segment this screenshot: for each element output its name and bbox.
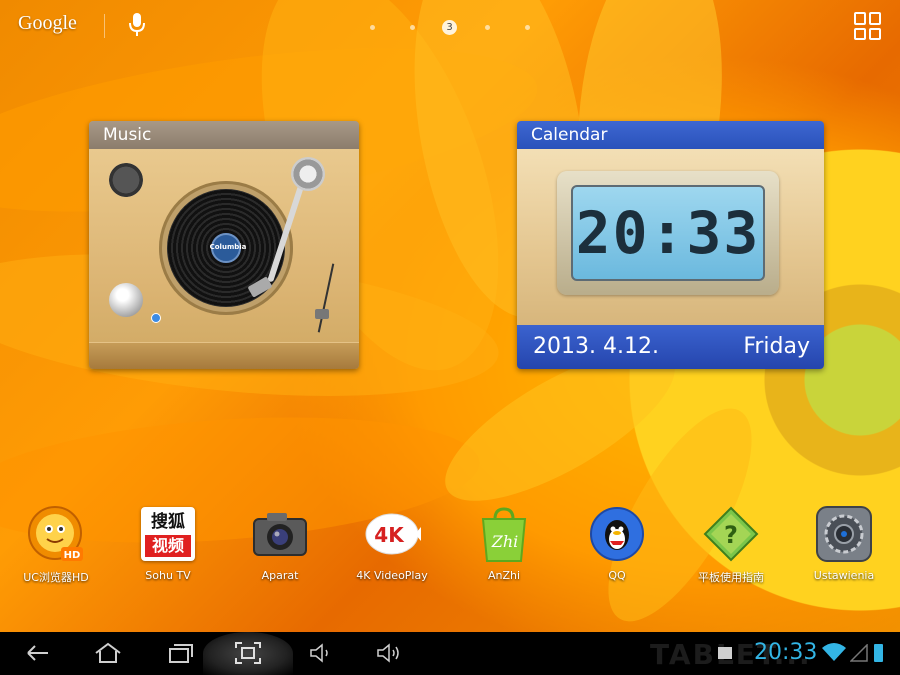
status-clock[interactable]: 20:33 (754, 640, 817, 665)
record-label-text: Columbia (209, 243, 247, 251)
volume-down-icon (310, 643, 328, 663)
clock-frame: 20:33 (557, 171, 779, 295)
calendar-widget-title: Calendar (517, 121, 824, 149)
clock-body: 20:33 (517, 149, 824, 325)
back-button[interactable] (10, 632, 66, 675)
signal-icon (850, 644, 868, 662)
home-button[interactable] (78, 632, 134, 675)
pitch-slider-thumb[interactable] (315, 309, 329, 319)
app-ustawienia[interactable]: Ustawienia (799, 505, 889, 582)
recent-apps-button[interactable] (152, 632, 208, 675)
power-indicator-light (151, 313, 161, 323)
all-apps-icon[interactable] (854, 12, 882, 40)
svg-text:4K: 4K (374, 523, 405, 547)
app-label: Sohu TV (145, 569, 191, 582)
search-divider (104, 14, 105, 38)
app-sohu-tv[interactable]: 搜狐 视频 Sohu TV (123, 505, 213, 582)
navigation-bar: TABLET... 20:33 (0, 632, 900, 675)
calendar-clock-widget[interactable]: Calendar 20:33 2013. 4.12. Friday (517, 121, 824, 369)
volume-knob[interactable] (109, 283, 143, 317)
app-label: QQ (608, 569, 626, 582)
current-page-number[interactable]: 3 (442, 20, 457, 35)
svg-text:?: ? (724, 521, 738, 549)
music-player-body: Columbia (89, 149, 359, 369)
app-label: 4K VideoPlay (356, 569, 428, 582)
record-label: Columbia (210, 233, 246, 263)
turntable-platter[interactable]: Columbia (159, 181, 293, 315)
app-label: UC浏览器HD (23, 571, 89, 584)
svg-text:Zhi: Zhi (491, 532, 519, 551)
wifi-icon (822, 643, 846, 661)
4k-video-icon: 4K (363, 505, 421, 563)
microphone-icon[interactable] (128, 12, 146, 38)
music-widget-title: Music (89, 121, 359, 149)
uc-browser-icon: HD (27, 505, 85, 563)
volume-up-icon (377, 643, 399, 663)
app-4k-videoplay[interactable]: 4K 4K VideoPlay (347, 505, 437, 582)
page-dot[interactable] (410, 25, 415, 30)
app-aparat[interactable]: Aparat (235, 505, 325, 582)
calendar-date: 2013. 4.12. (533, 334, 659, 359)
battery-icon (874, 644, 883, 662)
tonearm-pivot-icon (291, 157, 325, 191)
guide-question-icon: ? (702, 505, 760, 563)
sohu-tv-icon: 搜狐 视频 (139, 505, 197, 563)
calendar-footer: 2013. 4.12. Friday (517, 325, 824, 369)
page-dot[interactable] (525, 25, 530, 30)
storage-icon (718, 647, 732, 659)
clock-time: 20:33 (575, 199, 761, 267)
page-dot[interactable] (370, 25, 375, 30)
app-label: AnZhi (487, 569, 521, 582)
page-dot[interactable] (485, 25, 490, 30)
qq-penguin-icon (588, 505, 646, 563)
screenshot-icon (235, 642, 261, 664)
clock-screen: 20:33 (571, 185, 765, 281)
app-tablet-guide[interactable]: ? 平板使用指南 (686, 505, 776, 585)
app-uc-browser-hd[interactable]: HD UC浏览器HD (11, 505, 101, 585)
calendar-weekday: Friday (743, 334, 810, 359)
music-widget[interactable]: Music Columbia (89, 121, 359, 369)
volume-up-button[interactable] (360, 632, 416, 675)
app-label: 平板使用指南 (698, 571, 764, 584)
google-search-logo[interactable]: Google (18, 12, 77, 35)
anzhi-bag-icon: Zhi (475, 505, 533, 563)
recent-apps-icon (169, 644, 193, 663)
screenshot-button[interactable] (220, 632, 276, 675)
settings-gear-icon (815, 505, 873, 563)
back-icon (27, 645, 48, 661)
app-label: Ustawienia (813, 569, 875, 582)
pitch-slider-track (317, 263, 335, 333)
camera-icon (251, 505, 309, 563)
app-anzhi[interactable]: Zhi AnZhi (459, 505, 549, 582)
app-label: Aparat (261, 569, 299, 582)
speaker-icon (109, 163, 143, 197)
svg-text:HD: HD (64, 550, 81, 561)
home-icon (95, 642, 121, 663)
volume-down-button[interactable] (293, 632, 349, 675)
app-qq[interactable]: QQ (572, 505, 662, 582)
music-player-base (89, 342, 359, 369)
